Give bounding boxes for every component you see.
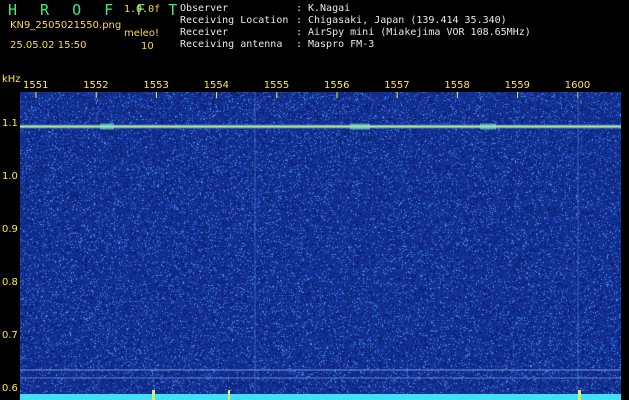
image-filename: KN9_2505021550.png [10,20,122,31]
spectrogram-overlay [20,92,621,400]
x-tick-label-1556: 1556 [324,80,350,91]
location-separator: : [296,15,303,26]
antenna-value: Maspro FM-3 [308,39,375,50]
x-tick-label-1551: 1551 [23,80,49,91]
x-tick-label-1552: 1552 [83,80,109,91]
observation-datetime: 25.05.02 15:50 [10,40,87,51]
meleo-label: meleo! [124,28,159,39]
signal-burst-1 [480,123,496,130]
antenna-label: Receiving antenna [180,39,283,50]
receiver-value: AirSpy mini (Miakejima VOR 108.65MHz) [308,27,531,38]
x-tick-label-1557: 1557 [384,80,410,91]
x-tick-label-1559: 1559 [504,80,531,91]
location-label: Receiving Location [180,15,289,26]
y-tick-label-0.9: 0.9 [2,224,18,236]
waterfall-spectrogram [20,92,621,400]
y-tick-label-1.0: 1.0 [2,170,18,182]
receiver-separator: : [296,27,303,38]
floor-spike-1 [228,390,230,400]
x-tick-label-1553: 1553 [143,80,169,91]
antenna-separator: : [296,39,303,50]
observer-separator: : [296,3,303,14]
receiver-label: Receiver [180,27,229,38]
observer-label: Observer [180,3,229,14]
y-axis-unit-label: kHz [2,74,21,85]
x-tick-label-1600: 1600 [564,80,591,91]
signal-burst-0 [350,123,370,130]
floor-spike-0 [152,390,155,400]
y-tick-label-1.1: 1.1 [2,117,18,129]
observer-value: K.Nagai [308,3,351,14]
meleo-value: 10 [141,41,154,52]
y-tick-label-0.8: 0.8 [2,277,18,289]
y-tick-label-0.7: 0.7 [2,330,18,342]
signal-burst-2 [100,123,114,130]
noise-floor-bar [20,394,621,400]
floor-spike-2 [578,390,581,400]
x-tick-label-1554: 1554 [203,80,230,91]
location-value: Chigasaki, Japan (139.414 35.340) [308,15,507,26]
x-tick-label-1558: 1558 [444,80,470,91]
app-version: 1.0.0f [124,4,161,15]
y-tick-label-0.6: 0.6 [2,383,18,395]
x-tick-label-1555: 1555 [263,80,290,91]
